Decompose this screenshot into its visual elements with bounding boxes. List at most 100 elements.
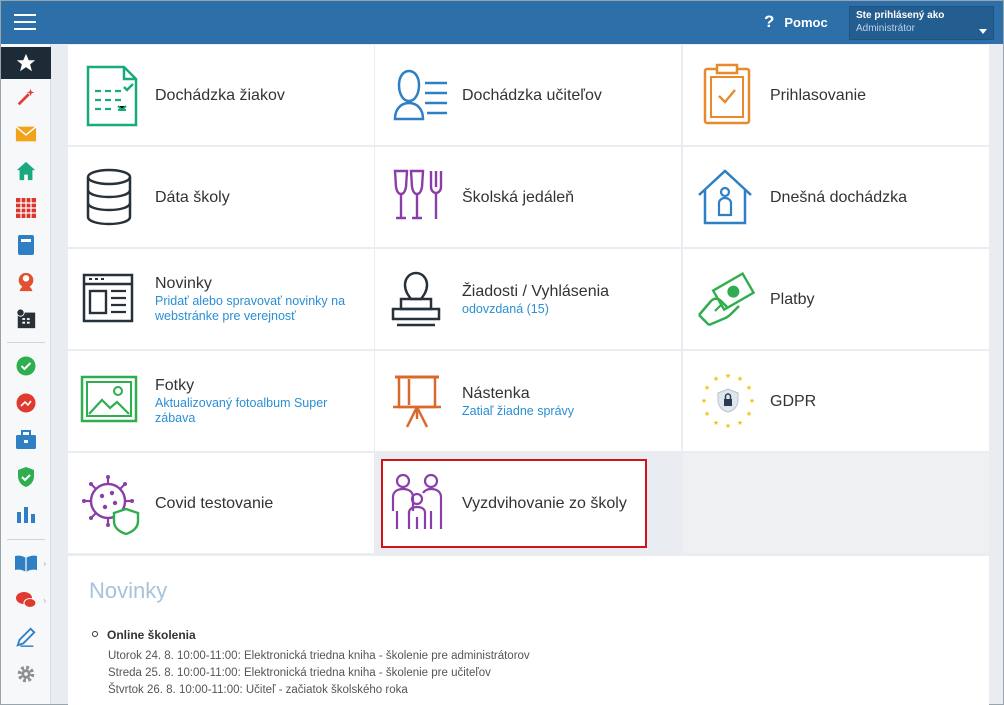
help-button[interactable]: ? Pomoc [764, 12, 828, 32]
tile-title: Žiadosti / Vyhlásenia [462, 282, 610, 300]
notebook-icon [18, 235, 34, 255]
tile-title: Nástenka [462, 384, 530, 402]
chevron-down-icon [979, 29, 987, 34]
svg-text:★: ★ [704, 384, 710, 392]
eu-stars-lock-icon: ★ ★★ ★★★ ★★★ ★★★ [701, 372, 755, 430]
news-line: Štvrtok 26. 8. 10:00-11:00: Učiteľ - zač… [108, 684, 408, 696]
tile-title: Dáta školy [155, 188, 230, 206]
star-icon [16, 53, 36, 72]
svg-text:★: ★ [737, 419, 743, 427]
sidebar-item-edit[interactable] [1, 621, 51, 653]
magic-wand-icon [17, 88, 35, 106]
news-line: Streda 25. 8. 10:00-11:00: Elektronická … [108, 667, 491, 679]
person-icon [18, 272, 34, 292]
tile-platby[interactable]: Platby [683, 249, 989, 349]
house-person-icon [698, 169, 752, 225]
glasses-fork-icon [393, 169, 443, 220]
sidebar: › › [1, 44, 51, 704]
tile-ziadosti[interactable]: Žiadosti / Vyhlásenia odovzdaná (15) [375, 249, 681, 349]
menu-toggle-icon[interactable] [14, 14, 36, 32]
tile-title: Fotky [155, 377, 195, 394]
sidebar-item-grades[interactable] [1, 387, 51, 419]
sidebar-item-users[interactable] [1, 266, 51, 298]
tile-gdpr[interactable]: ★ ★ ★ ★ ★ ★ ★ ★ ★ ★ ★ ★ GDPR [683, 351, 989, 451]
database-icon [86, 168, 132, 226]
tile-title: GDPR [770, 392, 817, 410]
tile-data-skoly[interactable]: Dáta školy [68, 147, 374, 247]
svg-text:★: ★ [713, 375, 719, 383]
tile-title: Prihlasovanie [770, 86, 867, 104]
chevron-right-icon: › [43, 596, 46, 605]
tile-empty-slot [683, 453, 989, 553]
tile-title: Školská jedáleň [462, 188, 575, 206]
tile-dochadzka-ucitelov[interactable]: Dochádzka učiteľov [375, 45, 681, 145]
attendance-sheet-icon [86, 65, 138, 127]
bar-chart-icon [17, 507, 35, 523]
tile-title: Dnešná dochádzka [770, 188, 907, 206]
svg-text:★: ★ [737, 375, 743, 383]
sidebar-item-library[interactable]: › [1, 547, 51, 579]
stamp-icon [391, 271, 441, 327]
sidebar-divider [7, 342, 45, 343]
tile-title: Covid testovanie [155, 494, 274, 512]
sidebar-item-portfolio[interactable] [1, 424, 51, 456]
news-line: Utorok 24. 8. 10:00-11:00: Elektronická … [108, 650, 530, 662]
sidebar-item-approved[interactable] [1, 350, 51, 382]
sidebar-item-settings[interactable] [1, 658, 51, 690]
tile-prihlasovanie[interactable]: Prihlasovanie [683, 45, 989, 145]
teacher-list-icon [393, 69, 447, 121]
tile-subtitle: Zatiaľ žiadne správy [462, 403, 575, 418]
tile-subtitle: Pridať alebo spravovať novinky na webstr… [155, 294, 346, 323]
tile-covid[interactable]: Covid testovanie [68, 453, 374, 553]
chevron-right-icon: › [43, 559, 46, 568]
sidebar-item-chat[interactable]: › [1, 584, 51, 616]
sidebar-item-schedule[interactable] [1, 192, 51, 224]
tile-title: Dochádzka učiteľov [462, 86, 602, 104]
gear-icon [17, 665, 35, 683]
tile-skolska-jedalen[interactable]: Školská jedáleň [375, 147, 681, 247]
chat-bubbles-icon [16, 592, 37, 608]
briefcase-icon [16, 430, 36, 449]
svg-text:★: ★ [701, 397, 707, 405]
sidebar-item-home[interactable] [1, 155, 51, 187]
calendar-grid-icon [16, 198, 36, 218]
help-icon: ? [764, 12, 775, 31]
help-label: Pomoc [784, 14, 828, 30]
easel-icon [393, 375, 441, 428]
sidebar-item-statistics[interactable] [1, 498, 51, 530]
sidebar-item-wizard[interactable] [1, 81, 51, 113]
svg-text:★: ★ [746, 410, 752, 418]
sidebar-divider [7, 539, 45, 540]
shield-check-icon [18, 467, 34, 487]
svg-text:★: ★ [713, 419, 719, 427]
tile-nastenka[interactable]: Nástenka Zatiaľ žiadne správy [375, 351, 681, 451]
svg-text:★: ★ [749, 397, 755, 405]
sidebar-item-security[interactable] [1, 461, 51, 493]
svg-text:★: ★ [704, 410, 710, 418]
news-item-title: Online školenia [92, 628, 196, 642]
envelope-icon [15, 126, 37, 142]
virus-shield-icon [82, 475, 140, 535]
open-book-icon [15, 555, 37, 572]
tile-novinky[interactable]: Novinky Pridať alebo spravovať novinky n… [68, 249, 374, 349]
svg-text:★: ★ [746, 384, 752, 392]
sidebar-item-favorites[interactable] [1, 47, 51, 79]
tile-dnesna-dochadzka[interactable]: Dnešná dochádzka [683, 147, 989, 247]
tile-fotky[interactable]: Fotky Aktualizovaný fotoalbum Super zába… [68, 351, 374, 451]
sidebar-item-timetable[interactable] [1, 303, 51, 335]
pencil-icon [16, 627, 36, 647]
sidebar-item-messages[interactable] [1, 118, 51, 150]
clock-calendar-icon [16, 308, 36, 329]
tile-subtitle: Aktualizovaný fotoalbum Super zábava [155, 396, 328, 425]
house-icon [16, 161, 36, 181]
newspaper-icon [82, 273, 134, 323]
tile-title: Platby [770, 290, 815, 308]
clipboard-check-icon [703, 63, 751, 125]
sidebar-item-notebook[interactable] [1, 229, 51, 261]
tile-dochadzka-ziakov[interactable]: Dochádzka žiakov [68, 45, 374, 145]
chart-badge-icon [16, 393, 36, 413]
user-menu-dropdown[interactable]: Ste prihlásený ako Administrátor [849, 6, 994, 40]
news-section: Novinky Online školenia Utorok 24. 8. 10… [68, 556, 989, 705]
top-bar: ? Pomoc Ste prihlásený ako Administrátor [1, 1, 1003, 44]
tile-vyzdvihovanie[interactable]: Vyzdvihovanie zo školy [381, 459, 647, 548]
